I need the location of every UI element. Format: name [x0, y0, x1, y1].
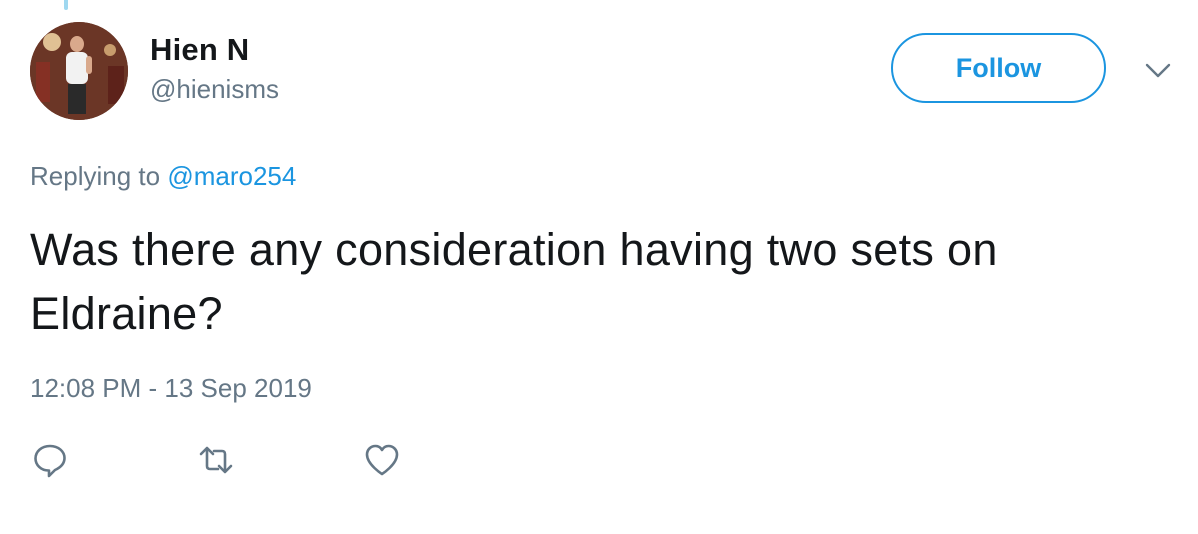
chevron-down-icon[interactable] [1142, 58, 1174, 82]
avatar-photo-icon [30, 22, 128, 120]
avatar[interactable] [30, 22, 128, 120]
replying-prefix: Replying to [30, 161, 161, 191]
username[interactable]: @hienisms [150, 74, 279, 104]
display-name[interactable]: Hien N [150, 32, 279, 68]
timestamp[interactable]: 12:08 PM - 13 Sep 2019 [30, 372, 312, 404]
mention-link[interactable]: @maro254 [167, 161, 296, 191]
user-info: Hien N @hienisms [150, 32, 279, 104]
reply-icon[interactable] [30, 440, 70, 480]
heart-icon[interactable] [362, 440, 402, 480]
scroll-indicator [64, 0, 68, 10]
tweet-text: Was there any consideration having two s… [30, 224, 998, 339]
replying-to-line: Replying to @maro254 [30, 160, 296, 192]
follow-button[interactable]: Follow [891, 33, 1106, 103]
retweet-icon[interactable] [196, 440, 236, 480]
